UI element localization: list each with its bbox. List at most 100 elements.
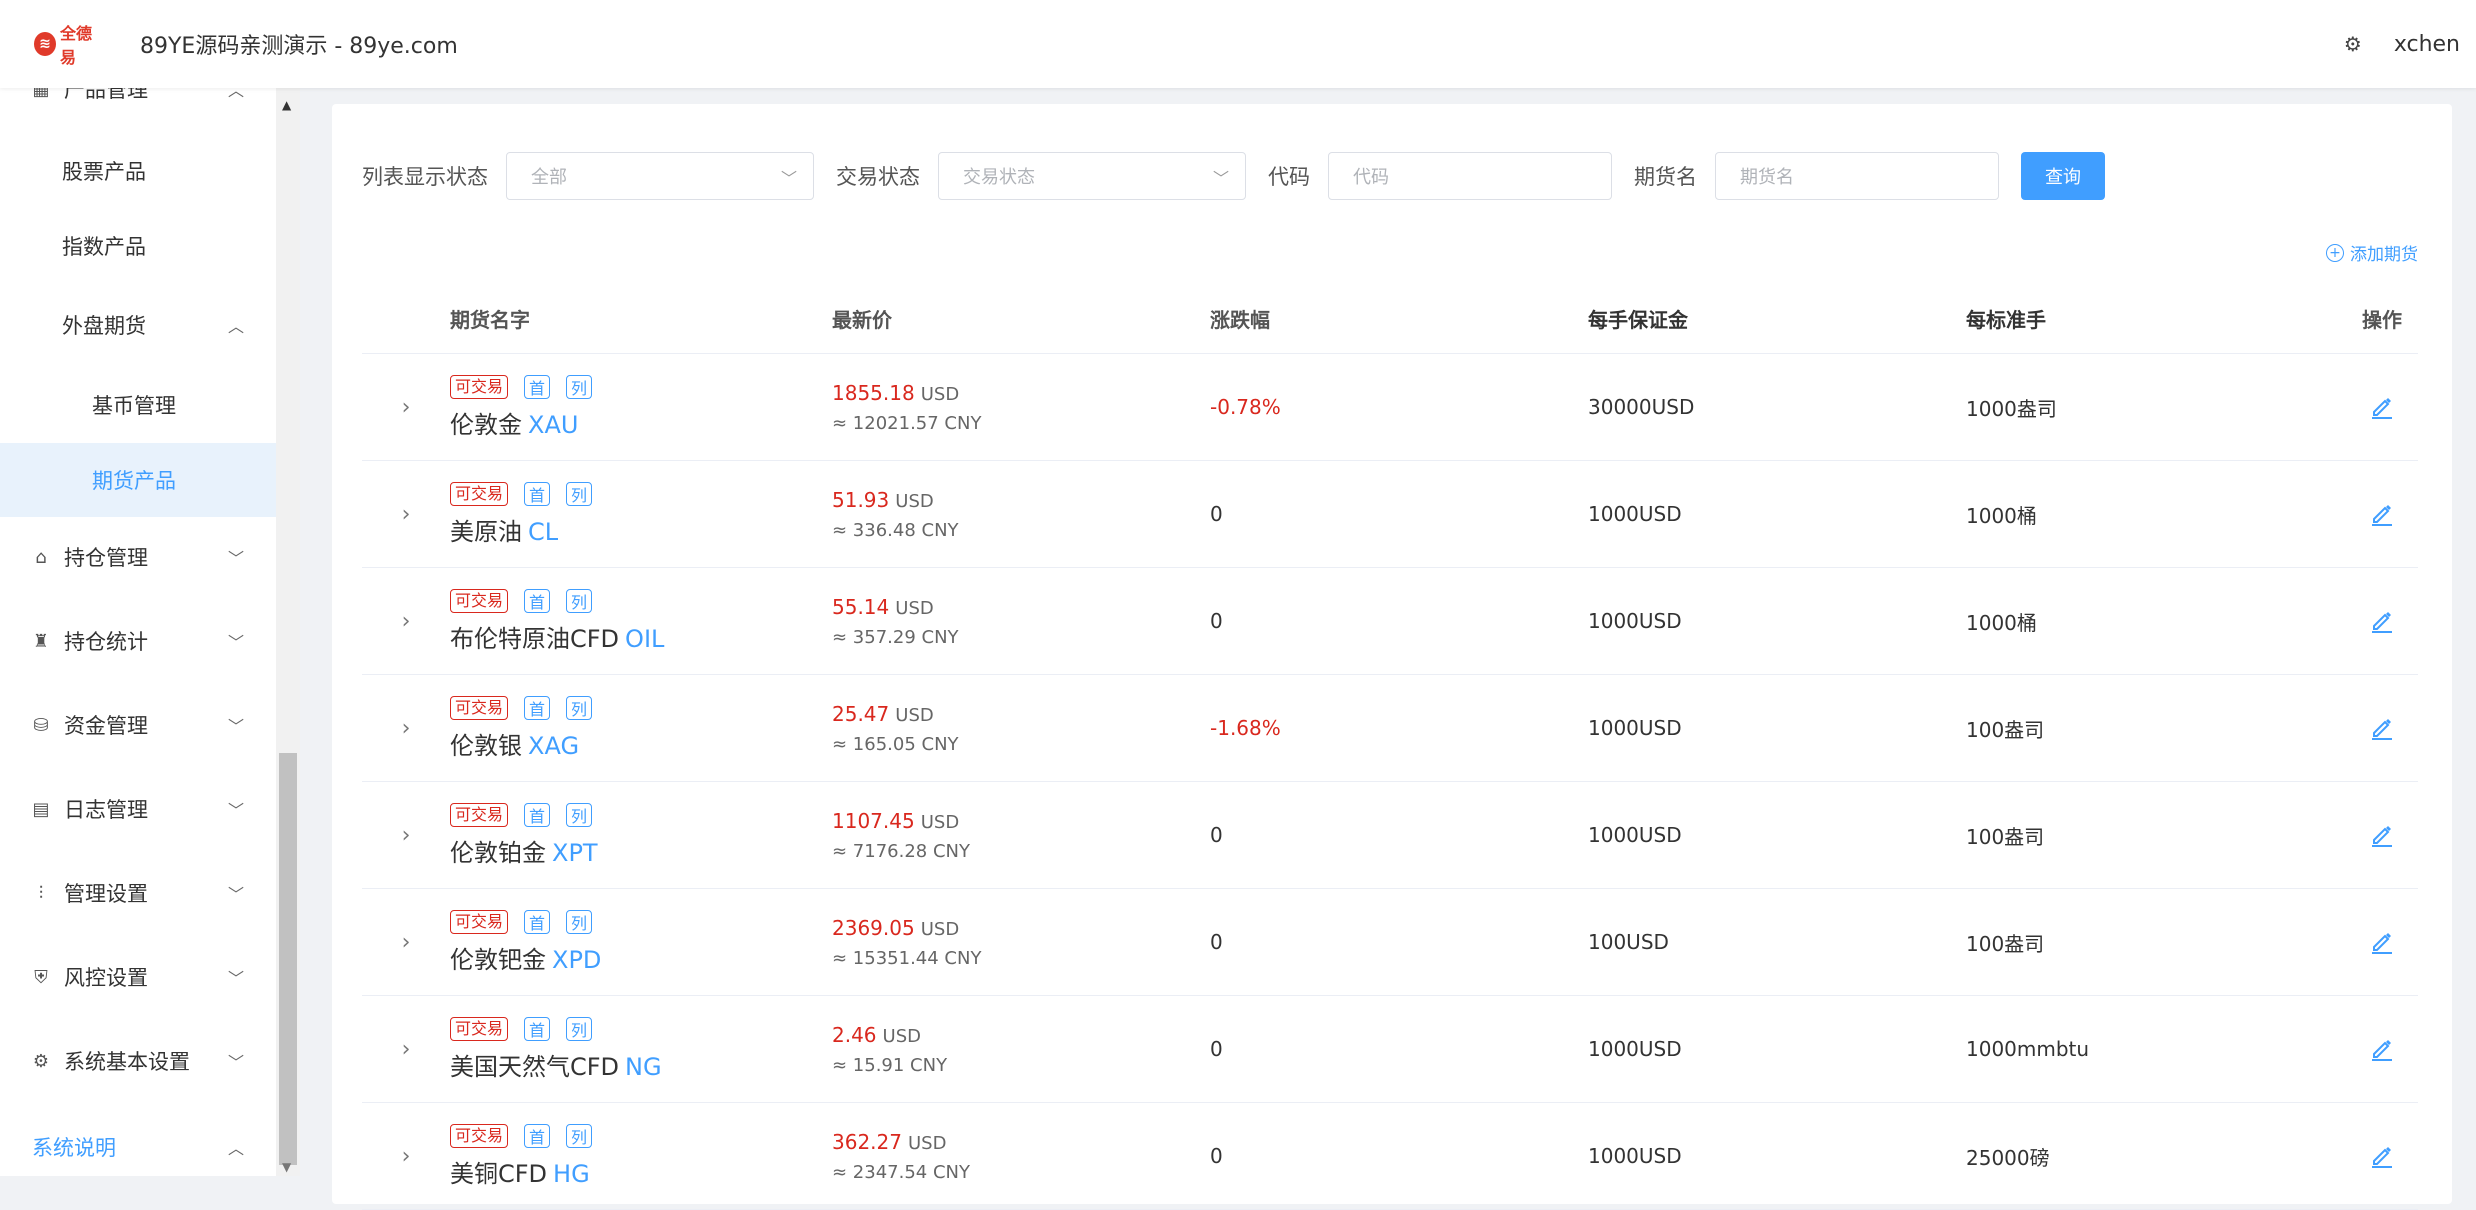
sidebar-item-system-settings[interactable]: ⚙ 系统基本设置 ﹀ xyxy=(0,1024,276,1098)
edit-icon[interactable] xyxy=(2369,715,2395,741)
sidebar-item-risk-settings[interactable]: ⛨ 风控设置 ﹀ xyxy=(0,940,276,1014)
code-input[interactable]: 代码 xyxy=(1328,152,1612,200)
first-tag[interactable]: 首 xyxy=(524,695,551,720)
latest-price: 25.47 xyxy=(832,701,890,726)
list-tag[interactable]: 列 xyxy=(566,1016,593,1041)
expand-chevron-icon[interactable]: › xyxy=(362,1037,450,1062)
log-icon: ▤ xyxy=(32,798,50,820)
list-tag[interactable]: 列 xyxy=(566,802,593,827)
database-icon: ⛁ xyxy=(33,714,49,736)
chevron-down-icon: ﹀ xyxy=(780,169,797,188)
sidebar-item-admin-settings[interactable]: ⫶ 管理设置 ﹀ xyxy=(0,856,276,930)
expand-chevron-icon[interactable]: › xyxy=(362,609,450,634)
standard-lot: 1000盎司 xyxy=(1966,396,2057,421)
first-tag[interactable]: 首 xyxy=(524,588,551,613)
sidebar-scrollbar[interactable]: ▲ ▼ xyxy=(276,88,300,1176)
sidebar-item-label: 管理设置 xyxy=(64,882,148,906)
futures-code: CL xyxy=(528,517,559,546)
list-tag[interactable]: 列 xyxy=(566,481,593,506)
first-tag[interactable]: 首 xyxy=(524,1123,551,1148)
product-icon: ▦ xyxy=(32,88,50,100)
expand-chevron-icon[interactable]: › xyxy=(362,395,450,420)
futures-code: NG xyxy=(625,1052,662,1081)
tradable-tag: 可交易 xyxy=(450,909,509,934)
chevron-up-icon: ︿ xyxy=(227,88,244,100)
first-tag[interactable]: 首 xyxy=(524,1016,551,1041)
sidebar-item-system-info[interactable]: 系统说明 ︿ xyxy=(0,1110,276,1176)
sidebar-item-label: 指数产品 xyxy=(62,235,146,259)
standard-lot: 100盎司 xyxy=(1966,824,2045,849)
list-tag[interactable]: 列 xyxy=(566,374,593,399)
sidebar-item-stock-products[interactable]: 股票产品 xyxy=(0,134,276,208)
chevron-down-icon: ﹀ xyxy=(227,549,244,568)
sidebar-item-product-management[interactable]: ▦ 产品管理 ︿ xyxy=(0,88,276,126)
first-tag[interactable]: 首 xyxy=(524,374,551,399)
edit-icon[interactable] xyxy=(2369,929,2395,955)
latest-price: 1107.45 xyxy=(832,808,915,833)
list-tag[interactable]: 列 xyxy=(566,588,593,613)
edit-icon[interactable] xyxy=(2369,608,2395,634)
price-currency: USD xyxy=(895,704,934,726)
change-percent: 0 xyxy=(1210,609,1223,633)
add-futures-button[interactable]: + 添加期货 xyxy=(2326,240,2418,265)
sidebar-item-foreign-futures[interactable]: 外盘期货 ︿ xyxy=(0,288,276,362)
list-tag[interactable]: 列 xyxy=(566,695,593,720)
first-tag[interactable]: 首 xyxy=(524,802,551,827)
expand-chevron-icon[interactable]: › xyxy=(362,716,450,741)
list-tag[interactable]: 列 xyxy=(566,909,593,934)
price-currency: USD xyxy=(895,597,934,619)
top-header: ≋ 全德易 89YE源码亲测演示 - 89ye.com ⚙ xchen xyxy=(0,0,2476,88)
futures-name: 伦敦金 xyxy=(450,410,522,439)
scroll-up-icon[interactable]: ▲ xyxy=(282,98,291,112)
futures-code: XPD xyxy=(552,945,602,974)
query-button[interactable]: 查询 xyxy=(2021,152,2105,200)
expand-chevron-icon[interactable]: › xyxy=(362,502,450,527)
tradable-tag: 可交易 xyxy=(450,802,509,827)
sidebar-item-label: 外盘期货 xyxy=(62,314,146,338)
sidebar-item-base-currency[interactable]: 基币管理 xyxy=(0,368,276,442)
change-percent: 0 xyxy=(1210,1144,1223,1168)
futures-name-input[interactable]: 期货名 xyxy=(1715,152,1999,200)
sidebar-item-position-stats[interactable]: ♜ 持仓统计 ﹀ xyxy=(0,604,276,678)
edit-icon[interactable] xyxy=(2369,394,2395,420)
expand-chevron-icon[interactable]: › xyxy=(362,1144,450,1169)
scroll-down-icon[interactable]: ▼ xyxy=(282,1160,291,1174)
price-cny: ≈ 15351.44 CNY xyxy=(832,947,982,969)
edit-icon[interactable] xyxy=(2369,501,2395,527)
edit-icon[interactable] xyxy=(2369,822,2395,848)
futures-name: 伦敦铂金 xyxy=(450,838,546,867)
latest-price: 55.14 xyxy=(832,594,890,619)
latest-price: 2369.05 xyxy=(832,915,915,940)
tradable-tag: 可交易 xyxy=(450,1016,509,1041)
futures-code: XAG xyxy=(528,731,580,760)
sidebar-item-label: 系统基本设置 xyxy=(64,1050,190,1074)
first-tag[interactable]: 首 xyxy=(524,481,551,506)
margin-per-lot: 1000USD xyxy=(1588,1037,1682,1061)
edit-icon[interactable] xyxy=(2369,1143,2395,1169)
list-status-select[interactable]: 全部 ﹀ xyxy=(506,152,814,200)
list-tag[interactable]: 列 xyxy=(566,1123,593,1148)
sidebar-item-label: 基币管理 xyxy=(92,394,176,418)
expand-chevron-icon[interactable]: › xyxy=(362,930,450,955)
col-header-actions: 操作 xyxy=(2362,308,2402,332)
settings-icon[interactable]: ⚙ xyxy=(2344,32,2362,56)
price-currency: USD xyxy=(882,1025,921,1047)
futures-code: XAU xyxy=(528,410,579,439)
sidebar-item-funds[interactable]: ⛁ 资金管理 ﹀ xyxy=(0,688,276,762)
sidebar-item-index-products[interactable]: 指数产品 xyxy=(0,209,276,283)
user-name[interactable]: xchen xyxy=(2394,32,2460,57)
scrollbar-thumb[interactable] xyxy=(279,753,297,1165)
margin-per-lot: 1000USD xyxy=(1588,716,1682,740)
price-currency: USD xyxy=(907,1132,947,1154)
margin-per-lot: 1000USD xyxy=(1588,502,1682,526)
brand-logo[interactable]: ≋ 全德易 xyxy=(34,24,104,67)
trade-status-select[interactable]: 交易状态 ﹀ xyxy=(938,152,1246,200)
edit-icon[interactable] xyxy=(2369,1036,2395,1062)
first-tag[interactable]: 首 xyxy=(524,909,551,934)
sidebar-item-positions[interactable]: ⌂ 持仓管理 ﹀ xyxy=(0,520,276,594)
expand-chevron-icon[interactable]: › xyxy=(362,823,450,848)
sidebar-item-logs[interactable]: ▤ 日志管理 ﹀ xyxy=(0,772,276,846)
sidebar-item-futures-products[interactable]: 期货产品 xyxy=(0,443,276,517)
sidebar: ▦ 产品管理 ︿ 股票产品 指数产品 外盘期货 ︿ 基币管理 期货产品 ⌂ 持仓… xyxy=(0,88,276,1176)
sidebar-item-label: 持仓管理 xyxy=(64,546,148,570)
